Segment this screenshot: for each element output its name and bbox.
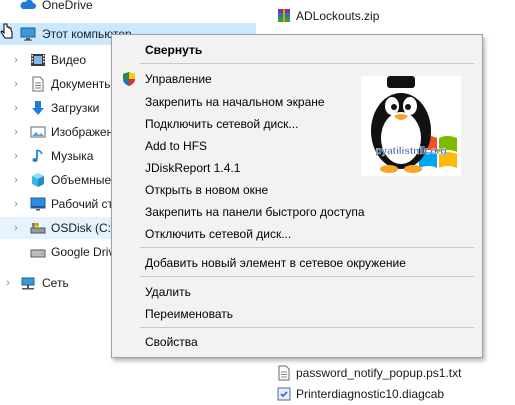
chevron-right-icon[interactable]: › [10,217,22,239]
menu-item-pin-quick-access[interactable]: Закрепить на панели быстрого доступа [112,201,482,223]
penguin-logo-icon: pyatilistnik.org [371,76,457,173]
menu-item-delete[interactable]: Удалить [112,281,482,303]
file-item-adlockouts[interactable]: ADLockouts.zip [270,5,515,27]
chevron-right-icon[interactable]: › [10,97,22,119]
menu-separator [140,276,474,277]
menu-item-label: Закрепить на панели быстрого доступа [145,205,365,219]
drive-icon [30,244,46,260]
network-icon [20,275,36,291]
zip-archive-icon [276,8,292,24]
file-name: password_notify_popup.ps1.txt [296,366,462,380]
menu-item-label: Закрепить на начальном экране [145,95,325,109]
menu-item-label: JDiskReport 1.4.1 [145,161,241,175]
context-menu: Свернуть Управление Закрепить на начальн… [111,34,483,358]
nav-item-onedrive[interactable]: OneDrive [0,0,256,16]
menu-item-open-new-window[interactable]: Открыть в новом окне [112,179,482,201]
chevron-right-icon[interactable]: › [10,145,22,167]
file-name: ADLockouts.zip [296,9,380,23]
chevron-right-icon[interactable]: › [10,121,22,143]
nav-item-label: Загрузки [51,101,100,115]
chevron-right-icon[interactable]: › [10,169,22,191]
nav-item-label: Музыка [51,149,94,163]
uac-shield-icon [121,71,137,87]
cube-icon [30,172,46,188]
menu-separator [140,327,474,328]
penguin-logo: pyatilistnik.org [361,76,461,176]
menu-separator [140,63,474,64]
menu-item-label: Add to HFS [145,139,208,153]
film-icon [30,52,46,68]
hand-cursor-icon [0,22,14,44]
file-name: Printerdiagnostic10.diagcab [296,387,445,401]
menu-separator [140,247,474,248]
drive-icon [30,220,46,236]
menu-item-add-network-location[interactable]: Добавить новый элемент в сетевое окружен… [112,252,482,274]
document-icon [30,76,46,92]
nav-item-label: Сеть [42,276,69,290]
nav-item-label: Видео [51,53,87,67]
chevron-right-icon[interactable]: › [2,272,14,294]
menu-item-label: Управление [145,72,212,86]
menu-item-label: Добавить новый элемент в сетевое окружен… [145,256,406,270]
download-arrow-icon [30,100,46,116]
picture-icon [30,124,46,140]
cloud-icon [20,0,36,13]
menu-item-disconnect-drive[interactable]: Отключить сетевой диск... [112,223,482,245]
menu-item-label: Свернуть [145,43,203,57]
menu-item-properties[interactable]: Свойства [112,331,482,353]
menu-item-label: Отключить сетевой диск... [145,227,292,241]
menu-item-label: Свойства [145,335,198,349]
menu-item-label: Переименовать [145,307,233,321]
text-file-icon [276,365,292,381]
menu-item-rename[interactable]: Переименовать [112,303,482,325]
nav-item-label: OSDisk (C:) [51,221,115,235]
menu-item-collapse[interactable]: Свернуть [112,39,482,61]
file-item-password-notify[interactable]: password_notify_popup.ps1.txt [270,362,515,384]
nav-item-label: OneDrive [42,0,93,12]
chevron-right-icon[interactable]: › [10,49,22,71]
music-note-icon [30,148,46,164]
file-item-printerdiagnostic[interactable]: Printerdiagnostic10.diagcab [270,383,515,405]
nav-item-label: Документы [51,77,113,91]
watermark-text: pyatilistnik.org [375,146,446,157]
chevron-right-icon[interactable]: › [10,193,22,215]
desktop-icon [30,196,46,212]
menu-item-label: Подключить сетевой диск... [145,117,299,131]
menu-item-label: Открыть в новом окне [145,183,269,197]
diagcab-file-icon [276,386,292,402]
menu-item-label: Удалить [145,285,191,299]
chevron-right-icon[interactable]: › [10,73,22,95]
monitor-icon [20,26,36,42]
